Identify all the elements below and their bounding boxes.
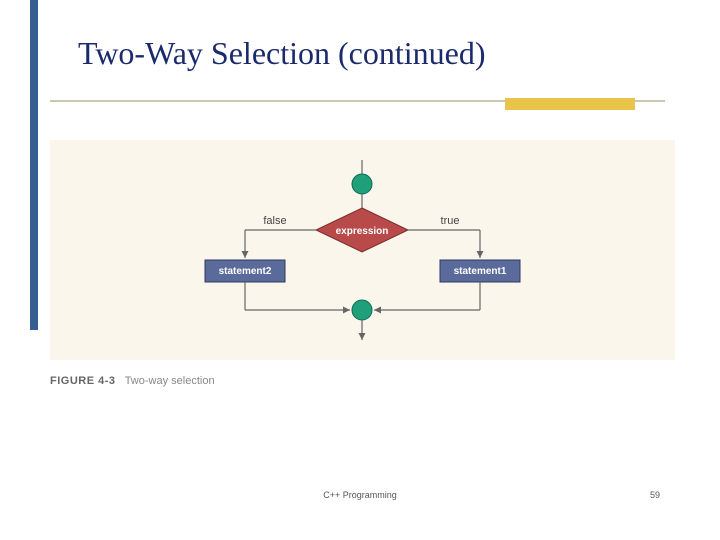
footer-page-number: 59 [650,490,660,500]
footer-course-name: C++ Programming [0,490,720,500]
start-node [352,174,372,194]
slide: Two-Way Selection (continued) expression… [0,0,720,540]
flowchart-panel: expression false statement2 true stateme… [50,140,675,360]
true-label: true [441,215,460,227]
sidebar-accent-bar [30,0,38,330]
false-label: false [263,215,286,227]
figure-number: FIGURE 4-3 [50,375,116,387]
statement-left-label: statement2 [219,266,272,277]
flowchart-svg: expression false statement2 true stateme… [50,140,675,360]
figure-title: Two-way selection [125,375,215,387]
decision-label: expression [336,226,389,237]
merge-node [352,300,372,320]
figure-caption: FIGURE 4-3 Two-way selection [50,375,215,387]
title-accent-block [505,98,635,110]
slide-title: Two-Way Selection (continued) [78,35,486,72]
statement-right-label: statement1 [454,266,507,277]
